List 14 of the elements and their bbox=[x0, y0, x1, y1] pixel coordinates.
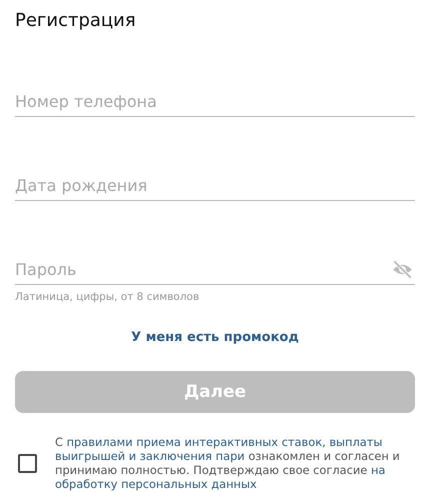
page-title: Регистрация bbox=[15, 9, 136, 33]
input-field[interactable]: Номер телефона bbox=[15, 87, 415, 115]
consent-link[interactable]: правилами приема интерактивных ставок, выплаты bbox=[66, 435, 382, 449]
consent-link[interactable]: на bbox=[370, 463, 386, 477]
consent-link[interactable]: выигрышей и заключения пари bbox=[55, 449, 245, 463]
consent-checkbox[interactable] bbox=[18, 454, 37, 472]
input-field[interactable]: Дата рождения bbox=[15, 171, 415, 199]
consent-text: ознакомлен и согласен и bbox=[247, 449, 400, 463]
consent-text: принимаю полностью. Подтверждаю свое согласие bbox=[55, 463, 368, 477]
promo-code-link[interactable]: У меня есть промокод bbox=[131, 330, 299, 345]
field-hint: Латиница, цифры, от 8 символов bbox=[15, 291, 200, 303]
consent-link[interactable]: обработку персональных данных bbox=[55, 477, 257, 491]
input-field[interactable]: Пароль bbox=[15, 255, 392, 283]
consent-text: С bbox=[55, 435, 64, 449]
